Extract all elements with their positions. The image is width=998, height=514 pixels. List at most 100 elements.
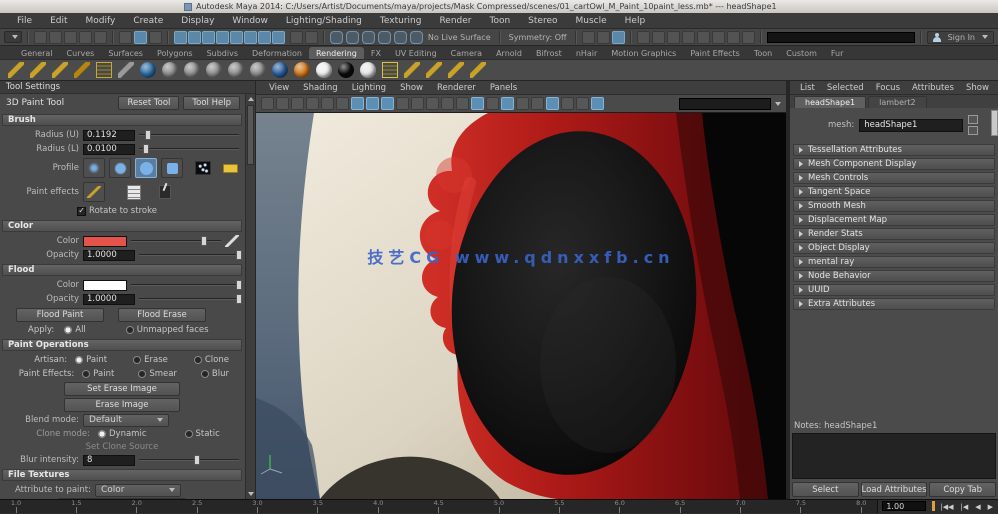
viewport-menu-item[interactable]: Lighting [345,83,393,93]
menu-item[interactable]: Muscle [567,16,616,26]
select-component-icon[interactable] [149,31,162,44]
flood-color-swatch[interactable] [83,280,127,291]
sign-in-dropdown[interactable]: Sign In [927,31,994,44]
timeline-tick[interactable]: 3.0 [252,500,264,513]
clone-static-radio[interactable]: Static [185,429,220,439]
pfx-smear-radio[interactable]: Smear [138,369,177,379]
viewport-menu-item[interactable]: Panels [483,83,524,93]
time-slider-ticks[interactable]: 1.0 1.5 2.0 2.5 [0,500,878,513]
safe-action-icon[interactable] [411,97,424,110]
file-textures-section-header[interactable]: File Textures [2,469,242,481]
multisample-icon[interactable] [546,97,559,110]
playback-button[interactable]: ◀ [972,503,983,511]
blur-intensity-slider[interactable] [139,459,239,461]
presets-icon[interactable] [968,126,978,135]
snap-view-plane-icon[interactable] [394,31,407,44]
ae-section[interactable]: UUID [793,284,995,296]
two-pane-icon[interactable] [597,31,610,44]
color-section-header[interactable]: Color [2,220,242,232]
shelf-tab[interactable]: Motion Graphics [604,47,683,59]
snap-projected-center-icon[interactable] [378,31,391,44]
mask-joints-icon[interactable] [188,31,201,44]
undo-icon[interactable] [79,31,92,44]
scroll-down-icon[interactable] [248,492,254,496]
flood-erase-button[interactable]: Flood Erase [118,308,206,322]
new-scene-icon[interactable] [34,31,47,44]
mask-surfaces-icon[interactable] [216,31,229,44]
profile-soft-button[interactable] [109,158,131,178]
black-hole-shader-icon[interactable] [338,62,354,78]
redo-icon[interactable] [94,31,107,44]
ae-menu-item[interactable]: Show [960,83,995,93]
pause-icon[interactable] [742,31,755,44]
lambert-material-icon[interactable] [206,62,222,78]
xray-active-components-icon[interactable] [591,97,604,110]
snap-grid-icon[interactable] [330,31,343,44]
ae-section[interactable]: Tessellation Attributes [793,144,995,156]
viewport-menu-item[interactable]: Renderer [430,83,483,93]
viewport-canvas[interactable]: 技艺CG www.qdnxxfb.cn [256,113,786,499]
two-d-pan-zoom-icon[interactable] [336,97,349,110]
ae-section[interactable]: Render Stats [793,228,995,240]
menu-item[interactable]: Render [430,16,480,26]
pane-layout-icon[interactable] [612,31,625,44]
ae-section[interactable]: Smooth Mesh [793,200,995,212]
get-brush-icon[interactable] [83,182,105,202]
lock-selection-icon[interactable] [290,31,303,44]
shelf-tab[interactable]: Bifrost [529,47,569,59]
pfx-blur-radio[interactable]: Blur [201,369,229,379]
show-hide-button[interactable] [991,110,998,136]
ink-pen-icon[interactable] [159,185,171,199]
ae-section[interactable]: Mesh Component Display [793,158,995,170]
ae-menu-item[interactable]: Attributes [906,83,960,93]
ramp-shader-icon[interactable] [294,62,310,78]
ae-node-tab[interactable]: headShape1 [794,96,866,108]
highlight-selection-icon[interactable] [305,31,318,44]
select-camera-icon[interactable] [261,97,274,110]
phong-e-material-icon[interactable] [250,62,266,78]
paint-effects-brush-icon[interactable] [8,62,24,78]
clone-dynamic-radio[interactable]: Dynamic [98,429,147,439]
current-frame-field[interactable]: 1.00 [882,501,926,511]
color-slider[interactable] [131,240,221,242]
ae-section[interactable]: Tangent Space [793,186,995,198]
flood-opacity-slider[interactable] [139,298,239,300]
gate-mask-icon[interactable] [381,97,394,110]
viewport-camera-field[interactable] [679,98,771,110]
timeline-tick[interactable]: 2.0 [131,500,143,513]
flood-section-header[interactable]: Flood [2,264,242,276]
ae-node-tab[interactable]: lambert2 [868,96,926,108]
menu-set-dropdown[interactable] [4,31,22,43]
mask-misc-icon[interactable] [272,31,285,44]
mask-handles-icon[interactable] [174,31,187,44]
shelf-tab[interactable]: Custom [779,47,824,59]
3d-paint-tool-icon[interactable] [52,62,68,78]
hypershade-icon[interactable] [682,31,695,44]
magnifier-brush-icon[interactable] [470,62,486,78]
profile-browse-button[interactable] [223,164,238,173]
node-name-field[interactable]: headShape1 [859,119,963,132]
set-erase-image-button[interactable]: Set Erase Image [64,382,180,396]
playback-button[interactable]: |◀ [957,503,971,511]
timeline-tick[interactable]: 4.5 [433,500,445,513]
field-chart-icon[interactable] [396,97,409,110]
playback-button[interactable]: |◀◀ [937,503,956,511]
symmetry-label[interactable]: Symmetry: Off [506,33,570,42]
menu-item[interactable]: Toon [480,16,519,26]
shelf-tab[interactable]: Fur [824,47,851,59]
timeline-tick[interactable]: 3.5 [312,500,324,513]
playback-button[interactable]: ▶ [985,503,996,511]
viewport-menu-item[interactable]: View [262,83,296,93]
assign-edit-textures-button[interactable]: Assign/Edit Textures [58,498,186,499]
resolution-gate-icon[interactable] [366,97,379,110]
shelf-tab[interactable]: Curves [60,47,102,59]
radius-l-slider[interactable] [139,148,239,150]
shelf-tab[interactable]: FX [364,47,388,59]
tool-help-button[interactable]: Tool Help [183,96,240,110]
profile-gaussian-button[interactable] [83,158,105,178]
left-panel-scrollbar[interactable] [245,94,255,499]
menu-item[interactable]: Texturing [371,16,431,26]
brush-section-header[interactable]: Brush [2,114,242,126]
menu-item[interactable]: Lighting/Shading [277,16,371,26]
paint-operations-section-header[interactable]: Paint Operations [2,339,242,351]
